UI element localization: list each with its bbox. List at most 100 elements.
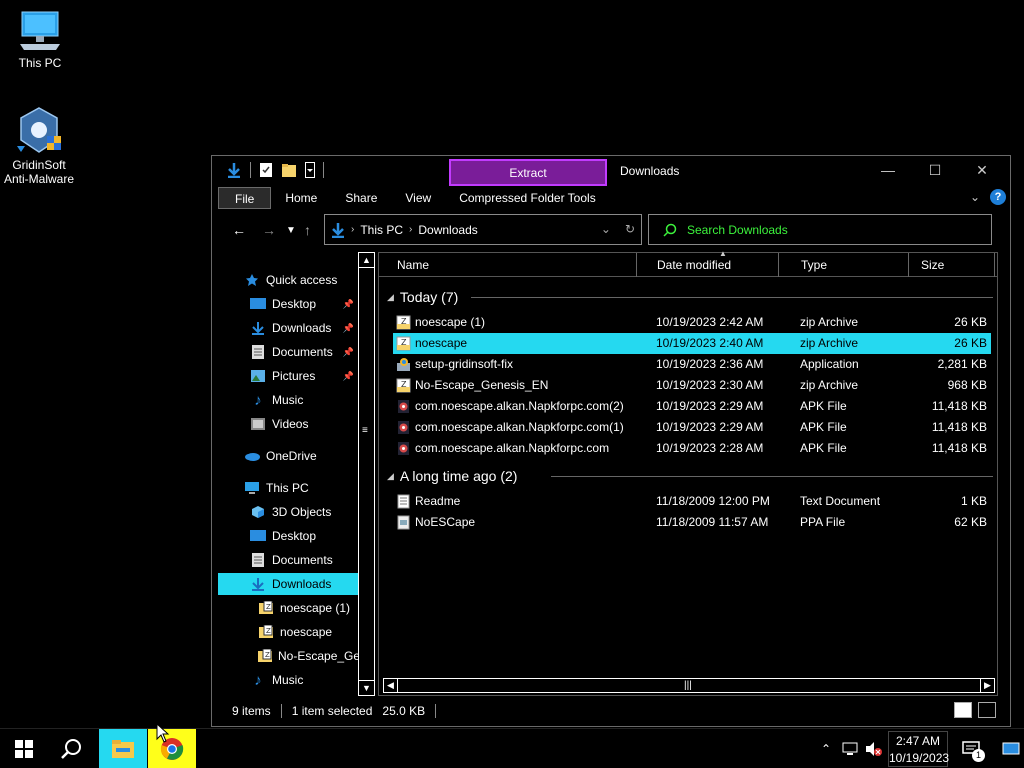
breadcrumb-downloads[interactable]: Downloads xyxy=(418,223,477,237)
extract-contextual-tab[interactable]: Extract xyxy=(449,159,607,186)
group-header-today[interactable]: ◢ Today (7) xyxy=(387,287,458,307)
back-arrow-icon[interactable]: ← xyxy=(232,222,246,238)
file-type: APK File xyxy=(800,441,847,455)
tab-compressed-folder-tools[interactable]: Compressed Folder Tools xyxy=(445,187,610,209)
nav-item-documents[interactable]: Documents xyxy=(218,549,358,571)
nav-item-pictures-pinned[interactable]: Pictures 📌 xyxy=(218,365,358,387)
forward-arrow-icon[interactable]: → xyxy=(262,222,276,238)
table-row[interactable]: com.noescape.alkan.Napkforpc.com(1) 10/1… xyxy=(393,417,991,438)
scroll-right-arrow-icon[interactable]: ▶ xyxy=(980,679,994,692)
customize-dropdown-icon[interactable] xyxy=(305,162,315,178)
nav-item-noescape[interactable]: Z noescape xyxy=(218,621,358,643)
minimize-button[interactable]: — xyxy=(878,162,898,180)
download-arrow-icon[interactable] xyxy=(226,162,242,178)
desktop-icon xyxy=(250,297,266,311)
file-name: setup-gridinsoft-fix xyxy=(415,357,514,371)
table-row[interactable]: com.noescape.alkan.Napkforpc.com(2) 10/1… xyxy=(393,396,991,417)
nav-item-music-2[interactable]: ♪ Music xyxy=(218,669,358,691)
pin-icon: 📌 xyxy=(342,346,354,357)
search-input[interactable]: Search Downloads xyxy=(687,223,788,237)
search-button[interactable] xyxy=(48,729,96,768)
file-name: com.noescape.alkan.Napkforpc.com(2) xyxy=(415,399,624,413)
scroll-up-arrow-icon[interactable]: ▲ xyxy=(359,253,374,268)
svg-text:Z: Z xyxy=(265,651,270,659)
nav-item-3d-objects[interactable]: 3D Objects xyxy=(218,501,358,523)
address-dropdown-icon[interactable]: ⌄ xyxy=(601,222,611,236)
expand-ribbon-chevron-icon[interactable]: ⌄ xyxy=(970,190,980,204)
new-folder-icon[interactable] xyxy=(281,162,297,178)
table-row[interactable]: Readme 11/18/2009 12:00 PM Text Document… xyxy=(393,491,991,512)
scroll-left-arrow-icon[interactable]: ◀ xyxy=(384,679,398,692)
table-row[interactable]: Z noescape (1) 10/19/2023 2:42 AM zip Ar… xyxy=(393,312,991,333)
clock-time: 2:47 AM xyxy=(895,734,941,748)
show-hidden-icons-button[interactable]: ⌃ xyxy=(814,729,838,768)
computer-icon xyxy=(20,11,60,50)
scroll-thumb[interactable]: ≡ xyxy=(362,425,368,436)
column-header: ▲ Name Date modified Type Size xyxy=(379,249,997,277)
nav-item-this-pc[interactable]: This PC xyxy=(218,477,358,499)
scroll-down-arrow-icon[interactable]: ▼ xyxy=(359,680,374,695)
search-box[interactable]: Search Downloads xyxy=(648,214,992,245)
nav-item-documents-pinned[interactable]: Documents 📌 xyxy=(218,341,358,363)
group-header-long-time-ago[interactable]: ◢ A long time ago (2) xyxy=(387,466,517,486)
up-arrow-icon[interactable]: ↑ xyxy=(304,222,311,238)
file-list: ▲ Name Date modified Type Size ◢ Today (… xyxy=(378,249,998,696)
status-selected-size: 25.0 KB xyxy=(382,704,426,718)
nav-item-desktop-pinned[interactable]: Desktop 📌 xyxy=(218,293,358,315)
tab-view[interactable]: View xyxy=(391,187,445,209)
nav-item-downloads-pinned[interactable]: Downloads 📌 xyxy=(218,317,358,339)
column-date-modified[interactable]: Date modified xyxy=(653,253,779,277)
nav-item-videos[interactable]: Videos xyxy=(218,413,358,435)
network-tray-icon[interactable] xyxy=(838,729,862,768)
file-size: 1 KB xyxy=(960,494,987,508)
mouse-cursor-icon xyxy=(156,723,170,743)
nav-label: Videos xyxy=(272,417,309,431)
details-view-icon[interactable] xyxy=(954,702,972,718)
nav-item-quick-access[interactable]: Quick access xyxy=(218,269,358,291)
table-row[interactable]: NoESCape 11/18/2009 11:57 AM PPA File 62… xyxy=(393,512,991,533)
column-type[interactable]: Type xyxy=(797,253,909,277)
desktop-icon-gridinsoft[interactable]: GridinSoft Anti-Malware xyxy=(0,106,79,186)
nav-item-onedrive[interactable]: OneDrive xyxy=(218,445,358,467)
show-desktop-button[interactable] xyxy=(998,729,1024,768)
horizontal-scrollbar[interactable]: ◀ ||| ▶ xyxy=(383,678,995,693)
taskbar-clock[interactable]: 2:47 AM 10/19/2023 xyxy=(888,731,950,767)
close-button[interactable]: ✕ xyxy=(972,162,992,180)
table-row-selected[interactable]: Z noescape 10/19/2023 2:40 AM zip Archiv… xyxy=(393,333,991,354)
tab-file[interactable]: File xyxy=(218,187,272,209)
volume-tray-icon[interactable] xyxy=(862,729,886,768)
notification-count-badge: 1 xyxy=(972,749,985,762)
clock-date: 10/19/2023 xyxy=(889,751,950,765)
properties-icon[interactable] xyxy=(259,162,273,178)
table-row[interactable]: setup-gridinsoft-fix 10/19/2023 2:36 AM … xyxy=(393,354,991,375)
address-bar[interactable]: › This PC › Downloads ⌄ ↻ xyxy=(324,214,642,245)
title-bar[interactable]: Extract Downloads — ☐ ✕ xyxy=(212,156,1010,188)
desktop-icon-this-pc[interactable]: This PC xyxy=(0,10,80,70)
nav-item-music[interactable]: ♪ Music xyxy=(218,389,358,411)
column-size[interactable]: Size xyxy=(917,253,995,277)
nav-pane-scrollbar[interactable]: ▲ ≡ ▼ xyxy=(358,252,375,696)
taskbar-file-explorer[interactable] xyxy=(99,729,147,768)
nav-item-noescape-1[interactable]: Z noescape (1) xyxy=(218,597,358,619)
breadcrumb-this-pc[interactable]: This PC xyxy=(360,223,403,237)
column-name[interactable]: Name xyxy=(393,253,637,277)
group-label: Today (7) xyxy=(399,289,459,305)
refresh-icon[interactable]: ↻ xyxy=(625,222,635,236)
pin-icon: 📌 xyxy=(342,370,354,381)
large-icons-view-icon[interactable] xyxy=(978,702,996,718)
table-row[interactable]: Z No-Escape_Genesis_EN 10/19/2023 2:30 A… xyxy=(393,375,991,396)
maximize-button[interactable]: ☐ xyxy=(925,162,945,180)
scroll-thumb[interactable]: ||| xyxy=(684,679,692,692)
nav-item-no-escape-genesis[interactable]: Z No-Escape_Gen xyxy=(218,645,358,667)
action-center-button[interactable]: 1 xyxy=(955,729,987,768)
nav-item-downloads-selected[interactable]: Downloads xyxy=(218,573,358,595)
tab-share[interactable]: Share xyxy=(331,187,391,209)
recent-locations-chevron-icon[interactable]: ▼ xyxy=(286,225,296,236)
file-size: 26 KB xyxy=(954,315,987,329)
nav-item-desktop[interactable]: Desktop xyxy=(218,525,358,547)
help-button[interactable]: ? xyxy=(990,189,1006,205)
tab-home[interactable]: Home xyxy=(271,187,331,209)
text-file-icon xyxy=(397,494,410,509)
table-row[interactable]: com.noescape.alkan.Napkforpc.com 10/19/2… xyxy=(393,438,991,459)
start-button[interactable] xyxy=(0,729,48,768)
